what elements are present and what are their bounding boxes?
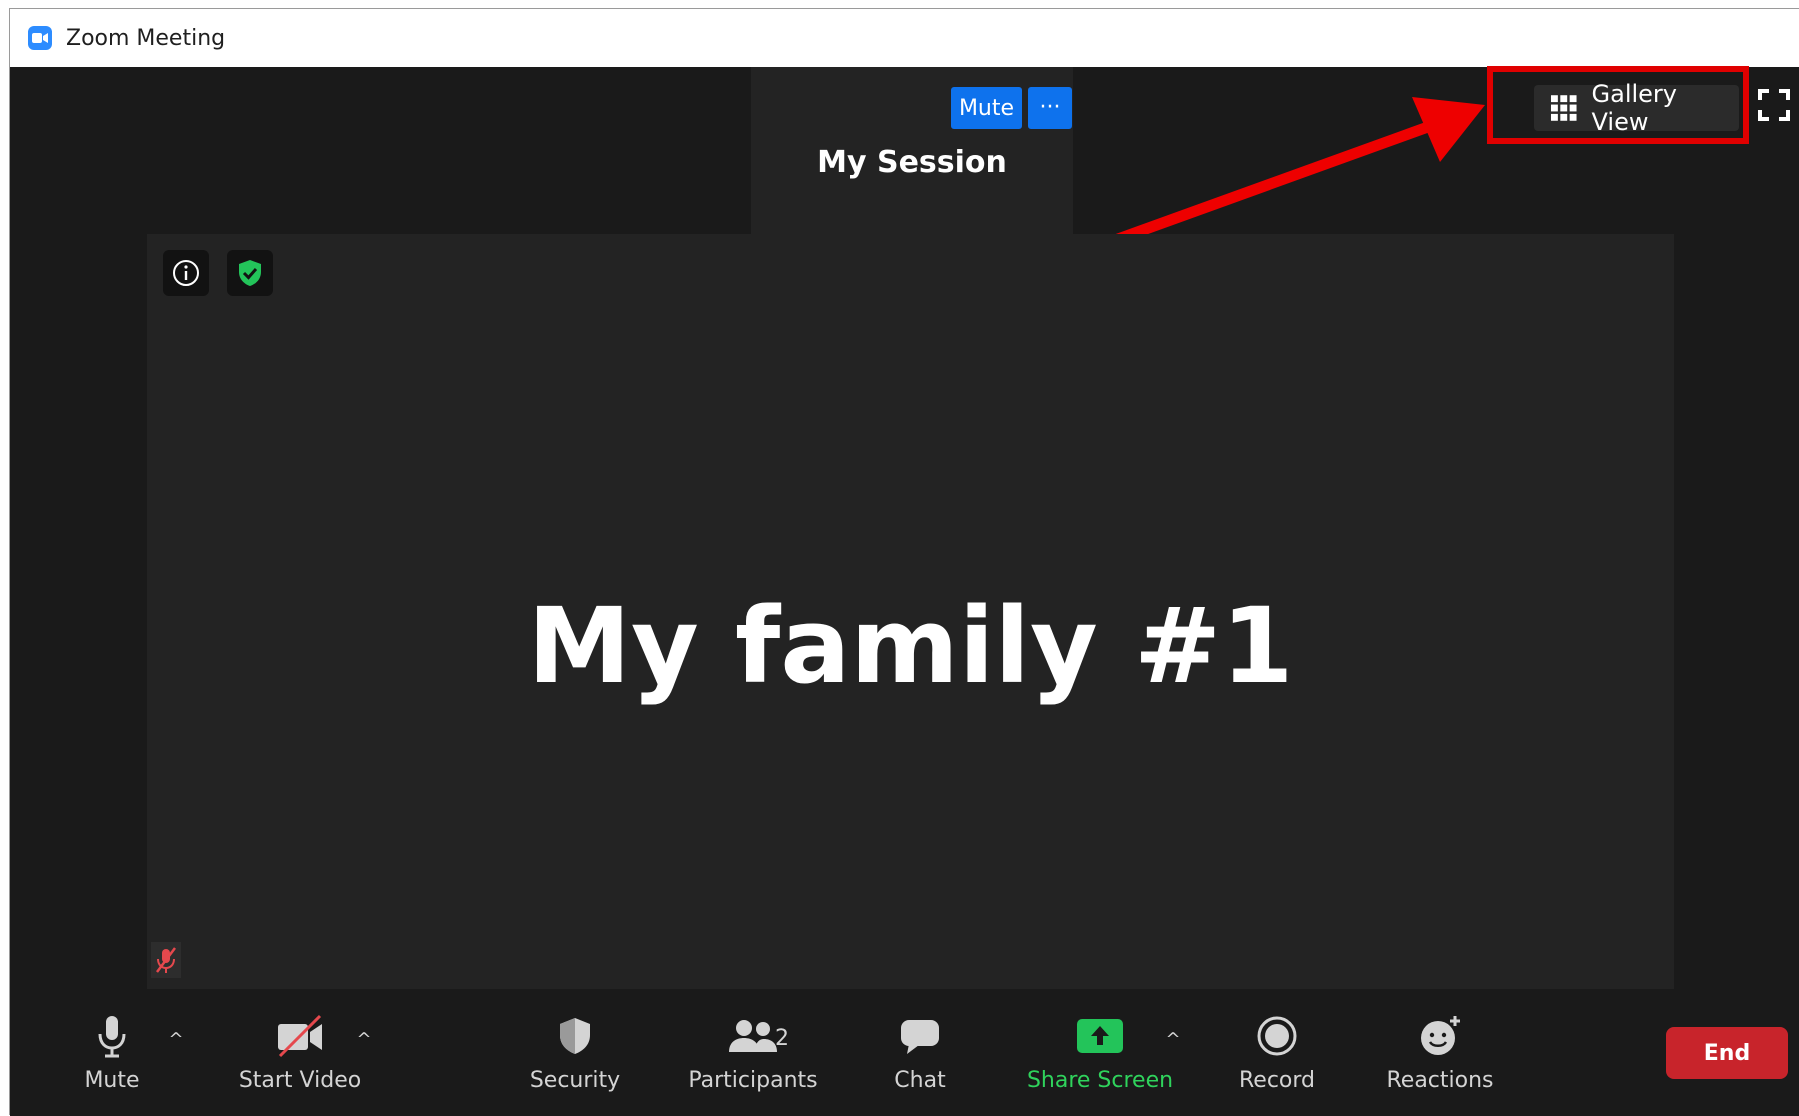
session-name: My Session (817, 145, 1007, 180)
meeting-info-icon[interactable] (163, 250, 209, 296)
end-meeting-button[interactable]: End (1666, 1027, 1788, 1079)
annotation-highlight-box (1487, 66, 1749, 144)
participant-name: My family #1 (527, 585, 1294, 707)
mute-label: Mute (84, 1068, 140, 1093)
chat-bubble-icon (901, 1020, 939, 1054)
title-bar: Zoom Meeting (10, 9, 1799, 67)
chat-button[interactable]: Chat (880, 1006, 960, 1116)
share-screen-icon (1077, 1019, 1123, 1053)
zoom-window: Zoom Meeting Mute ··· My Session Gallery… (9, 8, 1799, 1116)
active-speaker-video: My family #1 (147, 234, 1674, 989)
encryption-shield-icon[interactable] (227, 250, 273, 296)
video-off-icon (278, 1014, 322, 1058)
video-options-chevron-icon[interactable]: ^ (354, 1031, 374, 1049)
mute-button[interactable]: Mute (72, 1006, 152, 1116)
participants-count: 2 (775, 1026, 789, 1051)
participants-label: Participants (688, 1068, 818, 1093)
muted-mic-icon (151, 942, 181, 978)
participants-icon (729, 1020, 777, 1052)
chat-label: Chat (894, 1068, 946, 1093)
security-shield-icon (560, 1018, 590, 1054)
meeting-toolbar: Mute ^ Start Video ^ Security Participan… (10, 1006, 1799, 1116)
zoom-app-icon (28, 26, 52, 50)
self-mute-button[interactable]: Mute (951, 87, 1022, 129)
audio-options-chevron-icon[interactable]: ^ (166, 1031, 186, 1049)
record-label: Record (1238, 1068, 1315, 1093)
participants-button[interactable]: Participants (678, 1006, 828, 1116)
share-screen-label: Share Screen (1026, 1068, 1174, 1093)
window-title: Zoom Meeting (66, 25, 226, 51)
microphone-icon (98, 1016, 126, 1058)
reactions-emoji-icon (1421, 1016, 1460, 1055)
record-icon (1257, 1016, 1297, 1056)
self-view-panel: Mute ··· My Session (751, 67, 1073, 251)
more-options-button[interactable]: ··· (1028, 87, 1072, 129)
reactions-button[interactable]: Reactions (1380, 1006, 1500, 1116)
share-screen-button[interactable]: Share Screen (1020, 1006, 1180, 1116)
start-video-label: Start Video (238, 1068, 362, 1093)
meeting-stage: Mute ··· My Session Gallery View My fami… (10, 66, 1799, 1116)
security-label: Security (529, 1068, 621, 1093)
reactions-label: Reactions (1386, 1068, 1494, 1093)
fullscreen-icon[interactable] (1758, 89, 1790, 121)
share-options-chevron-icon[interactable]: ^ (1163, 1031, 1183, 1049)
start-video-button[interactable]: Start Video (225, 1006, 375, 1116)
security-button[interactable]: Security (520, 1006, 630, 1116)
record-button[interactable]: Record (1230, 1006, 1324, 1116)
